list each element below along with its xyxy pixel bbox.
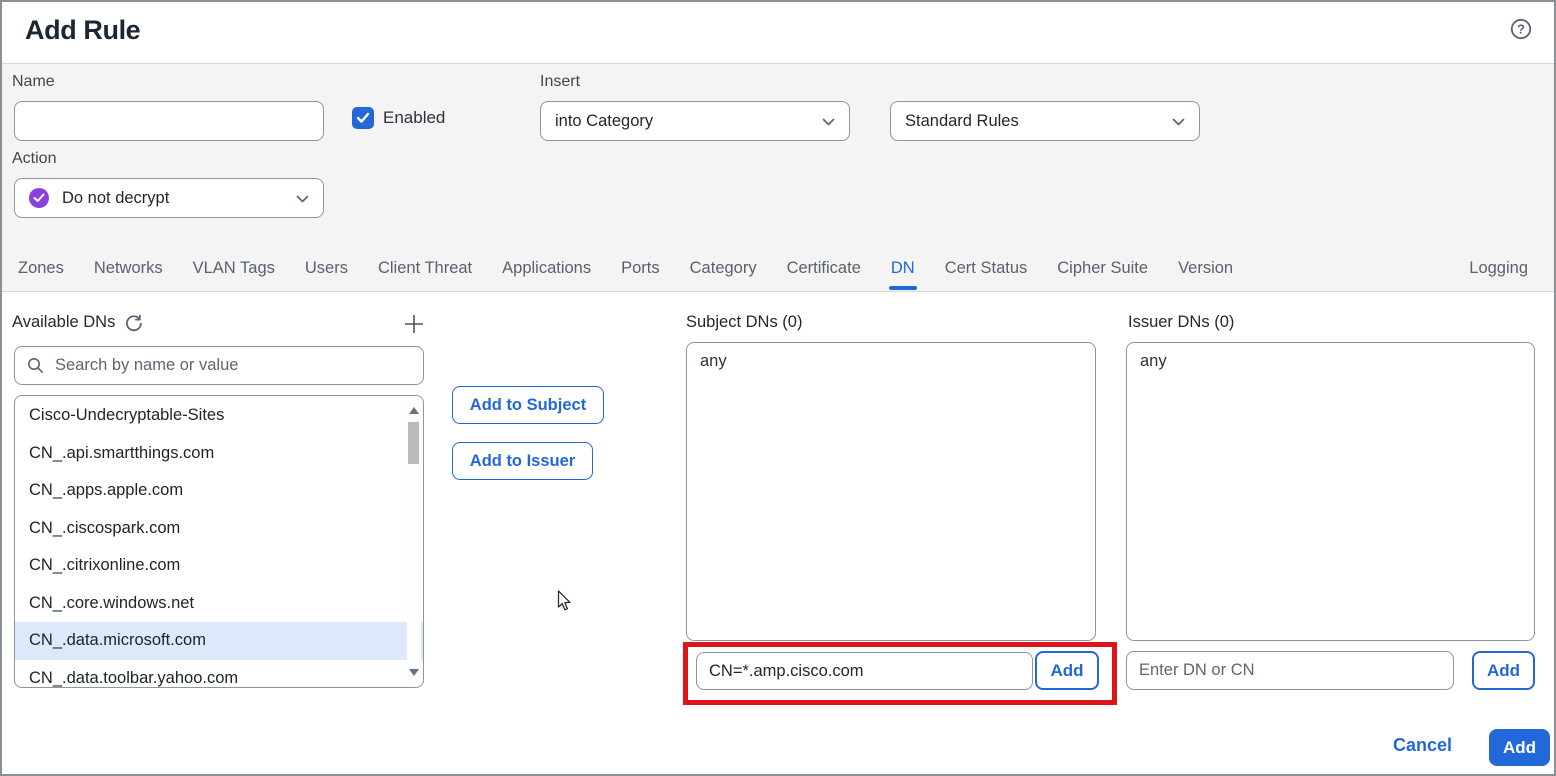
issuer-dn-input[interactable] (1126, 651, 1454, 690)
mouse-cursor-icon (554, 590, 574, 619)
subject-dns-value: any (700, 352, 727, 370)
rules-select-value: Standard Rules (905, 112, 1019, 131)
tab-label: Logging (1469, 259, 1528, 278)
dn-list-item[interactable]: CN_.citrixonline.com (15, 547, 423, 585)
add-to-subject-button[interactable]: Add to Subject (452, 386, 604, 424)
tab-label: Category (690, 259, 757, 278)
add-rule-button[interactable]: Add (1489, 729, 1550, 766)
tab[interactable]: Ports (621, 246, 660, 291)
tab-label: Zones (18, 259, 64, 278)
issuer-add-button[interactable]: Add (1472, 651, 1535, 690)
issuer-dns-box[interactable]: any (1126, 342, 1535, 641)
rule-form-band: Name Enabled Insert into Category Standa… (2, 63, 1554, 292)
tab[interactable]: Version (1178, 246, 1233, 291)
tab-label: VLAN Tags (193, 259, 275, 278)
tab[interactable]: Certificate (787, 246, 861, 291)
search-icon (27, 357, 44, 374)
scroll-down-icon[interactable] (409, 669, 419, 676)
subject-dns-box[interactable]: any (686, 342, 1096, 641)
insert-select[interactable]: into Category (540, 101, 850, 141)
tab-label: Ports (621, 259, 660, 278)
action-select[interactable]: Do not decrypt (14, 178, 324, 218)
chevron-down-icon (822, 112, 835, 131)
tab[interactable]: Applications (502, 246, 591, 291)
subject-dn-input[interactable] (696, 652, 1033, 690)
dn-list-item-label: CN_.core.windows.net (29, 594, 194, 613)
page-title: Add Rule (25, 15, 140, 46)
search-input[interactable] (53, 355, 411, 376)
tab[interactable]: DN (891, 246, 915, 291)
issuer-dns-title: Issuer DNs (1128, 313, 1210, 331)
dn-list-item-label: CN_.citrixonline.com (29, 556, 180, 575)
dn-list-item-label: Cisco-Undecryptable-Sites (29, 406, 224, 425)
tab[interactable]: Category (690, 246, 757, 291)
dn-list-item-label: CN_.api.smartthings.com (29, 444, 214, 463)
tab-label: Networks (94, 259, 163, 278)
dn-list-item[interactable]: Cisco-Undecryptable-Sites (15, 397, 423, 435)
subject-add-button[interactable]: Add (1035, 651, 1099, 690)
issuer-dns-count: (0) (1214, 313, 1234, 331)
tab[interactable]: Logging (1469, 246, 1528, 291)
dn-list-item[interactable]: CN_.core.windows.net (15, 585, 423, 623)
do-not-decrypt-icon (29, 188, 49, 208)
insert-label: Insert (540, 73, 580, 91)
dn-list-item-label: CN_.data.microsoft.com (29, 631, 206, 650)
dn-list-item[interactable]: CN_.apps.apple.com (15, 472, 423, 510)
add-dn-object-icon[interactable] (402, 312, 426, 336)
tab-label: Version (1178, 259, 1233, 278)
tab[interactable]: Users (305, 246, 348, 291)
issuer-dns-value: any (1140, 352, 1167, 370)
subject-dns-title: Subject DNs (686, 313, 778, 331)
tab[interactable]: Cipher Suite (1057, 246, 1148, 291)
cancel-button[interactable]: Cancel (1393, 735, 1452, 756)
enabled-checkbox[interactable] (352, 107, 374, 129)
tab-label: Cipher Suite (1057, 259, 1148, 278)
subject-dns-header: Subject DNs (0) (686, 313, 802, 332)
tab-label: Cert Status (945, 259, 1028, 278)
tab-label: Applications (502, 259, 591, 278)
dn-list-item[interactable]: CN_.data.microsoft.com (15, 622, 423, 660)
subject-dns-count: (0) (782, 313, 802, 331)
chevron-down-icon (1172, 112, 1185, 131)
dn-list-item-label: CN_.ciscospark.com (29, 519, 180, 538)
add-rule-dialog: Add Rule ? Name Enabled Insert into Cate… (0, 0, 1556, 776)
dn-list-item-label: CN_.apps.apple.com (29, 481, 183, 500)
add-to-issuer-button[interactable]: Add to Issuer (452, 442, 593, 480)
list-scrollbar[interactable] (407, 398, 421, 685)
issuer-dns-header: Issuer DNs (0) (1128, 313, 1234, 332)
tab-label: Certificate (787, 259, 861, 278)
tab-label: Users (305, 259, 348, 278)
tab[interactable]: Cert Status (945, 246, 1028, 291)
dialog-header: Add Rule ? (2, 2, 1554, 63)
refresh-icon[interactable] (125, 314, 143, 332)
available-dns-title: Available DNs (12, 313, 115, 332)
available-dns-list: Cisco-Undecryptable-Sites CN_.api.smartt… (14, 395, 424, 688)
name-label: Name (12, 73, 55, 91)
action-label: Action (12, 150, 56, 168)
rules-select[interactable]: Standard Rules (890, 101, 1200, 141)
dn-list-item[interactable]: CN_.data.toolbar.yahoo.com (15, 660, 423, 689)
tab[interactable]: VLAN Tags (193, 246, 275, 291)
svg-text:?: ? (1517, 22, 1525, 37)
dn-list-item-label: CN_.data.toolbar.yahoo.com (29, 669, 238, 688)
insert-select-value: into Category (555, 112, 653, 131)
tab[interactable]: Zones (18, 246, 64, 291)
condition-tabs: Zones Networks VLAN Tags Users Client Th… (18, 246, 1528, 291)
dn-search (14, 346, 424, 385)
tab-label: DN (891, 259, 915, 278)
tab[interactable]: Client Threat (378, 246, 472, 291)
action-select-value: Do not decrypt (62, 189, 169, 208)
dn-list-item[interactable]: CN_.ciscospark.com (15, 510, 423, 548)
enabled-label: Enabled (383, 108, 445, 128)
tab-label: Client Threat (378, 259, 472, 278)
dn-list-item[interactable]: CN_.api.smartthings.com (15, 435, 423, 473)
chevron-down-icon (296, 189, 309, 208)
scrollbar-thumb[interactable] (408, 422, 419, 464)
name-input[interactable] (14, 101, 324, 141)
tab[interactable]: Networks (94, 246, 163, 291)
checkmark-icon (356, 112, 370, 124)
help-icon[interactable]: ? (1510, 18, 1532, 40)
scroll-up-icon[interactable] (409, 407, 419, 414)
available-dns-header: Available DNs (12, 313, 143, 332)
